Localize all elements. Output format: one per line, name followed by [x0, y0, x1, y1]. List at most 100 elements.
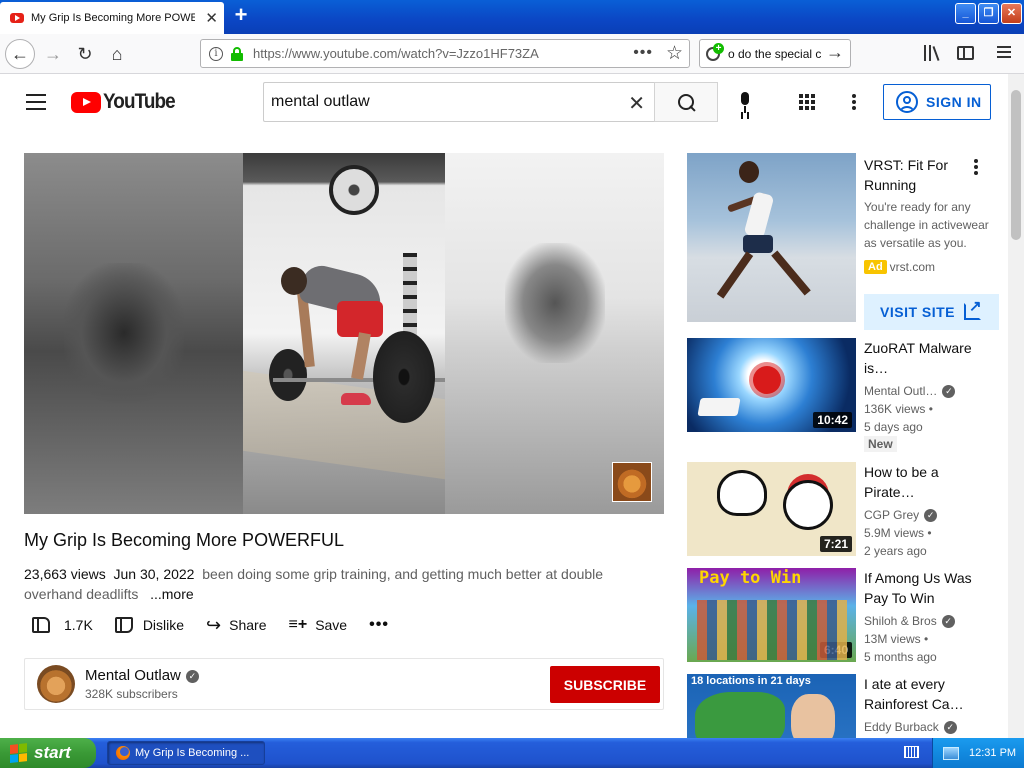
share-button[interactable]: ↪ Share — [206, 615, 266, 636]
add-search-engine-icon[interactable] — [706, 42, 724, 62]
thumbs-down-icon — [114, 617, 133, 633]
site-info-icon[interactable]: i — [209, 46, 223, 61]
home-button[interactable]: ⌂ — [102, 39, 132, 69]
ad-domain: vrst.com — [889, 260, 936, 274]
runner-shorts — [743, 235, 773, 253]
sidebar-toggle-icon[interactable] — [957, 46, 974, 60]
verified-check-icon: ✓ — [185, 670, 199, 683]
recommendation-channel: Shiloh & Bros ✓ — [864, 612, 955, 630]
maximize-window-button[interactable]: ❐ — [978, 3, 999, 24]
weight-plate-back — [269, 349, 307, 401]
browser-toolbar: ← → ↻ ⌂ i https://www.youtube.com/watch?… — [0, 34, 1024, 74]
microphone-icon[interactable] — [738, 92, 752, 114]
browser-tab[interactable]: My Grip Is Becoming More POWERFUL ✕ — [0, 2, 224, 34]
dislike-button[interactable]: Dislike — [114, 617, 184, 633]
youtube-search-input[interactable]: mental outlaw ✕ — [263, 82, 655, 122]
subscribe-button[interactable]: SUBSCRIBE — [550, 666, 660, 703]
sign-in-button[interactable]: SIGN IN — [883, 84, 991, 120]
recommendation-title[interactable]: How to be a Pirate… — [864, 462, 974, 502]
close-tab-icon[interactable]: ✕ — [205, 11, 218, 26]
blurred-background-right — [445, 153, 664, 514]
forward-button[interactable]: → — [38, 39, 68, 69]
video-duration: 7:21 — [819, 536, 852, 552]
recommendation-title[interactable]: If Among Us Was Pay To Win — [864, 568, 974, 608]
clock: 12:31 PM — [969, 747, 1017, 759]
channel-name-row[interactable]: Mental Outlaw ✓ — [85, 667, 199, 684]
back-button[interactable]: ← — [5, 39, 35, 69]
save-button[interactable]: ≡+ Save — [289, 616, 348, 634]
video-description[interactable]: 23,663 views Jun 30, 2022 been doing som… — [24, 564, 664, 604]
more-actions-icon[interactable]: ••• — [369, 616, 389, 634]
keyboard-icon[interactable] — [904, 746, 919, 758]
recommendation-age: 5 months ago — [864, 650, 937, 664]
search-go-arrow-icon[interactable]: → — [826, 42, 844, 63]
bookmark-star-icon[interactable]: ☆ — [666, 42, 683, 65]
visit-site-label: VISIT SITE — [880, 304, 956, 320]
search-query: mental outlaw — [271, 93, 370, 110]
close-window-button[interactable]: ✕ — [1001, 3, 1022, 24]
recommendation-channel: Eddy Burback ✓ — [864, 718, 957, 736]
ad-badge: Ad — [864, 260, 887, 274]
browser-search-bar[interactable]: o do the special c → — [699, 39, 851, 68]
hamburger-menu-icon[interactable] — [997, 46, 1011, 58]
ad-thumbnail[interactable] — [687, 153, 856, 322]
recommendation-item[interactable]: 7:21 How to be a Pirate… CGP Grey ✓ 5.9M … — [687, 462, 1007, 558]
start-button[interactable]: start — [0, 738, 96, 768]
search-icon — [677, 93, 695, 111]
view-count: 23,663 views — [24, 566, 106, 582]
recommendation-item[interactable]: 6:40 If Among Us Was Pay To Win Shiloh &… — [687, 568, 1007, 664]
reload-button[interactable]: ↻ — [70, 39, 100, 69]
runner-leg-back — [716, 251, 754, 299]
like-button[interactable]: 1.7K — [24, 617, 93, 633]
network-icon[interactable] — [943, 746, 959, 760]
lifter-shoe — [341, 393, 371, 405]
url-bar[interactable]: i https://www.youtube.com/watch?v=Jzzo1H… — [200, 39, 690, 68]
taskbar-firefox-window[interactable]: My Grip Is Becoming ... — [107, 741, 265, 765]
youtube-search-button[interactable] — [654, 82, 718, 122]
visit-site-button[interactable]: VISIT SITE — [864, 294, 999, 330]
runner-leg-front — [771, 250, 811, 296]
recommendation-title[interactable]: ZuoRAT Malware is… — [864, 338, 974, 378]
add-to-playlist-icon: ≡+ — [288, 616, 308, 633]
like-count: 1.7K — [64, 617, 93, 633]
ad-title[interactable]: VRST: Fit For Running — [864, 155, 964, 195]
channel-avatar[interactable] — [37, 665, 75, 703]
subscriber-count: 328K subscribers — [85, 687, 178, 701]
show-more-link[interactable]: ...more — [150, 586, 194, 602]
share-label: Share — [229, 617, 267, 633]
recommendation-title[interactable]: I ate at every Rainforest Ca… — [864, 674, 974, 714]
page-scrollbar-thumb[interactable] — [1011, 90, 1021, 240]
page-actions-icon[interactable]: ••• — [633, 44, 653, 62]
library-icon[interactable] — [924, 45, 942, 61]
recommendation-item[interactable]: 10:42 ZuoRAT Malware is… Mental Outl… ✓ 1… — [687, 338, 1007, 434]
clear-search-icon[interactable]: ✕ — [628, 91, 645, 116]
youtube-logo-text: YouTube — [103, 90, 176, 113]
new-tab-button[interactable]: + — [230, 4, 252, 28]
recommendation-thumbnail[interactable]: 10:42 — [687, 338, 856, 432]
video-player[interactable] — [24, 153, 664, 514]
blurred-background-left — [24, 153, 243, 514]
ad-menu-kebab-icon[interactable] — [974, 159, 978, 175]
recommendation-channel: Mental Outl… ✓ — [864, 382, 956, 400]
recommendation-age: 2 years ago — [864, 544, 927, 558]
recommendation-thumbnail[interactable] — [687, 674, 856, 738]
recommendation-item[interactable]: I ate at every Rainforest Ca… Eddy Burba… — [687, 674, 1007, 738]
recommendation-thumbnail[interactable]: 6:40 — [687, 568, 856, 662]
taskbar: start My Grip Is Becoming ... 12:31 PM — [0, 738, 1024, 768]
page-scrollbar[interactable] — [1008, 74, 1024, 738]
start-label: start — [34, 743, 71, 762]
video-duration: 10:42 — [813, 412, 852, 428]
ad-description: You're ready for any challenge in active… — [864, 200, 989, 250]
video-actions: 1.7K Dislike ↪ Share ≡+ Save ••• — [24, 610, 411, 640]
firefox-icon — [116, 746, 130, 760]
recommendation-thumbnail[interactable]: 7:21 — [687, 462, 856, 556]
minimize-window-button[interactable]: _ — [955, 3, 976, 24]
save-label: Save — [315, 617, 348, 633]
guide-menu-icon[interactable] — [26, 94, 46, 110]
channel-watermark[interactable] — [612, 462, 652, 502]
share-arrow-icon: ↪ — [206, 614, 222, 635]
settings-kebab-icon[interactable] — [852, 94, 856, 110]
youtube-logo[interactable]: YouTube — [71, 90, 183, 114]
apps-grid-icon[interactable] — [799, 94, 815, 110]
channel-name: Mental Outlaw — [85, 667, 181, 684]
